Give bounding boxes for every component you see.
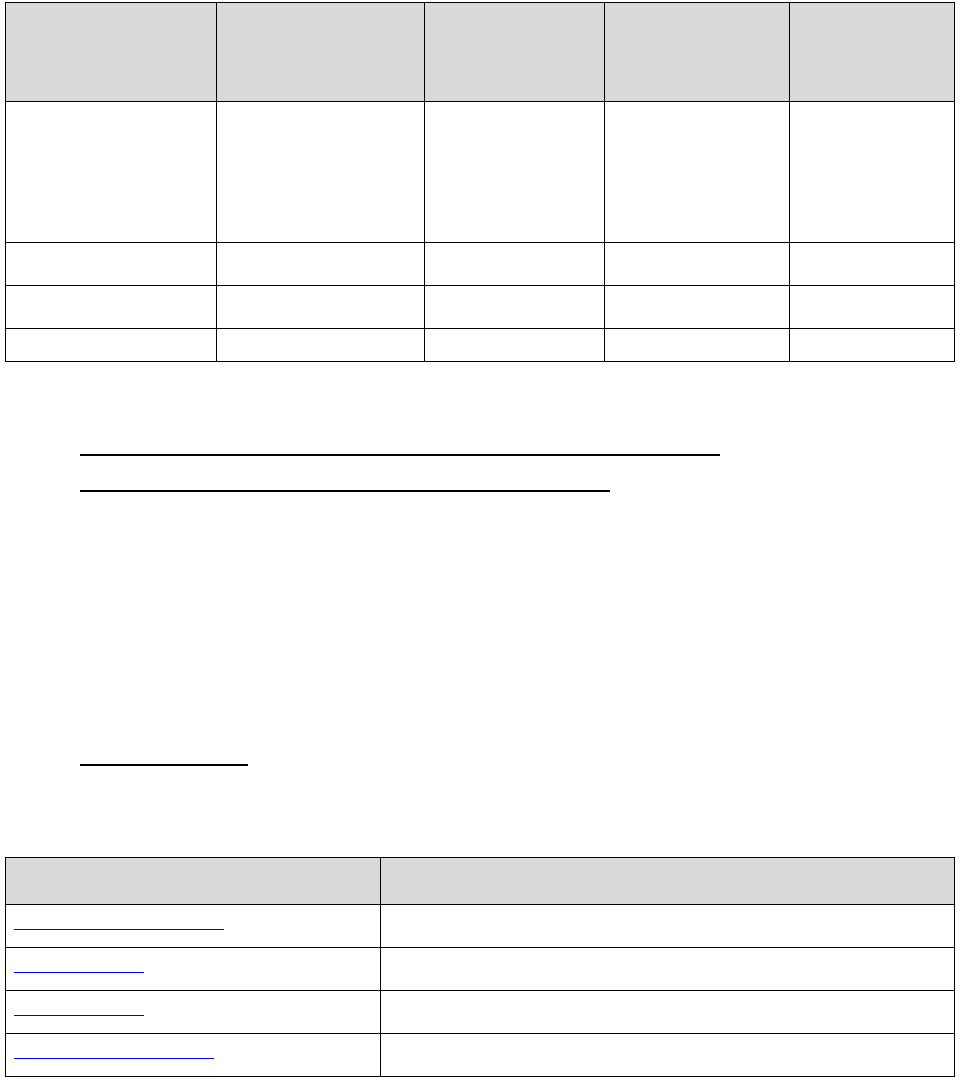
table-row [6, 102, 955, 243]
table-cell [381, 991, 955, 1034]
hyperlink[interactable] [14, 1057, 214, 1059]
table-cell [6, 329, 217, 362]
table-row [6, 329, 955, 362]
table-header-row [6, 858, 955, 905]
table-cell [6, 1034, 381, 1077]
table-cell [789, 243, 954, 286]
table-cell [381, 905, 955, 948]
hyperlink[interactable] [14, 971, 144, 973]
table-cell [6, 905, 381, 948]
table-cell [424, 243, 604, 286]
table-header [381, 858, 955, 905]
table-cell [217, 102, 424, 243]
table-cell [604, 286, 789, 329]
table-cell [6, 243, 217, 286]
table-header [6, 858, 381, 905]
table-header [6, 3, 217, 102]
table-header-row [6, 3, 955, 102]
table-header [789, 3, 954, 102]
table-row [6, 991, 955, 1034]
table-header [604, 3, 789, 102]
table-cell [6, 286, 217, 329]
table-cell [424, 286, 604, 329]
table-header [424, 3, 604, 102]
table-cell [381, 1034, 955, 1077]
table-cell [604, 243, 789, 286]
table-cell [789, 102, 954, 243]
hyperlink[interactable] [14, 1014, 144, 1016]
table-cell [6, 102, 217, 243]
table-cell [424, 329, 604, 362]
underline-heading-1 [80, 454, 720, 456]
underline-heading-3 [80, 764, 248, 766]
table-cell [789, 329, 954, 362]
table-row [6, 905, 955, 948]
table-cell [217, 243, 424, 286]
data-table-2 [5, 857, 955, 1077]
table-row [6, 243, 955, 286]
table-cell [6, 991, 381, 1034]
table-row [6, 286, 955, 329]
underline-heading-2 [80, 490, 610, 492]
table-cell [424, 102, 604, 243]
table-cell [381, 948, 955, 991]
hyperlink[interactable] [14, 928, 224, 930]
table-cell [604, 102, 789, 243]
table-row [6, 1034, 955, 1077]
table-cell [789, 286, 954, 329]
table-cell [604, 329, 789, 362]
table-cell [6, 948, 381, 991]
table-header [217, 3, 424, 102]
table-cell [217, 329, 424, 362]
data-table-1 [5, 2, 955, 362]
table-cell [217, 286, 424, 329]
table-row [6, 948, 955, 991]
